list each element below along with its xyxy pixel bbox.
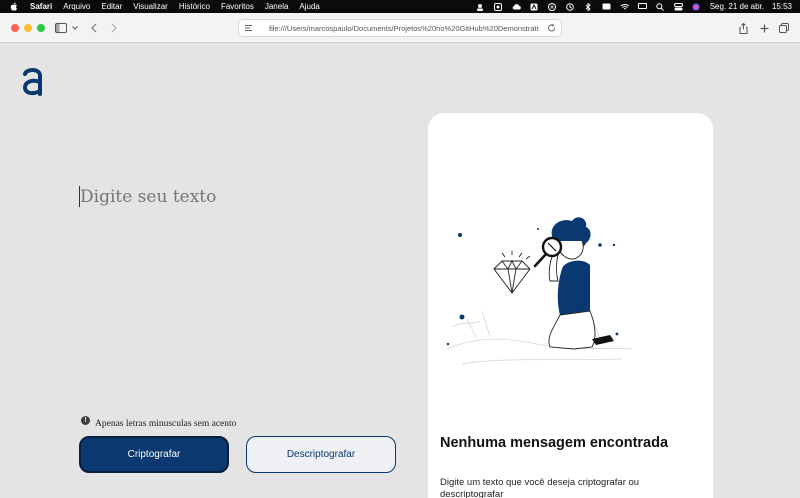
page-settings-icon[interactable] (243, 23, 253, 33)
reload-button[interactable] (547, 23, 557, 33)
menu-janela[interactable]: Janela (265, 2, 289, 11)
exclamation-icon: ! (81, 416, 90, 425)
decrypt-button[interactable]: Descriptografar (246, 436, 396, 473)
menu-editar[interactable]: Editar (101, 2, 122, 11)
message-input[interactable] (80, 185, 380, 209)
output-title: Nenhuma mensagem encontrada (440, 435, 669, 451)
display-icon[interactable] (637, 2, 647, 11)
siri-icon[interactable] (692, 2, 701, 11)
time-machine-icon[interactable] (566, 2, 575, 11)
forward-button[interactable] (109, 20, 119, 36)
url-text: file:///Users/marcospaulo/Documents/Proj… (269, 23, 539, 33)
chevron-down-icon (72, 26, 78, 30)
cloud-icon[interactable] (512, 2, 521, 11)
zoom-window-button[interactable] (37, 24, 45, 32)
keyboard-icon[interactable] (602, 2, 611, 11)
menubar-clock[interactable]: Seg. 21 de abr. 15:53 (710, 2, 792, 11)
close-window-button[interactable] (11, 24, 19, 32)
sidebar-toggle-button[interactable] (54, 20, 68, 36)
reload-icon (548, 24, 556, 32)
menu-favoritos[interactable]: Favoritos (221, 2, 254, 11)
input-hint: ! Apenas letras minusculas sem acento (81, 412, 236, 429)
menubar-time: 15:53 (771, 2, 792, 11)
share-button[interactable] (737, 20, 749, 36)
apple-menu-icon[interactable] (10, 2, 20, 12)
output-panel: Nenhuma mensagem encontrada Digite um te… (428, 113, 713, 498)
alura-logo-icon (22, 68, 42, 96)
wifi-icon[interactable] (620, 2, 629, 11)
user-status-icon[interactable] (476, 2, 485, 11)
back-button[interactable] (89, 20, 99, 36)
minimize-window-button[interactable] (24, 24, 32, 32)
new-tab-button[interactable] (758, 20, 770, 36)
grid-status-icon[interactable] (494, 2, 503, 11)
search-icon[interactable] (656, 2, 665, 11)
pause-icon[interactable] (548, 2, 557, 11)
menu-visualizar[interactable]: Visualizar (133, 2, 168, 11)
bluetooth-icon[interactable] (584, 2, 593, 11)
window-controls (11, 24, 45, 32)
plus-icon (760, 24, 768, 32)
chevron-right-icon (111, 23, 117, 33)
menu-ajuda[interactable]: Ajuda (299, 2, 319, 11)
tab-overview-button[interactable] (778, 20, 790, 36)
boy-with-magnifier-illustration (446, 217, 633, 365)
encrypt-button[interactable]: Criptografar (79, 436, 229, 473)
menu-historico[interactable]: Histórico (179, 2, 210, 11)
address-bar[interactable]: file:///Users/marcospaulo/Documents/Proj… (238, 19, 562, 37)
browser-toolbar: file:///Users/marcospaulo/Documents/Proj… (0, 13, 800, 43)
sidebar-icon (55, 23, 67, 33)
tab-overview-icon (779, 23, 789, 33)
output-description: Digite um texto que você deseja criptogr… (440, 477, 640, 498)
menu-bar: Safari Arquivo Editar Visualizar Históri… (0, 0, 800, 13)
sidebar-menu-chevron[interactable] (71, 20, 79, 36)
chevron-left-icon (91, 23, 97, 33)
app-status-icon[interactable] (530, 2, 539, 11)
page-content: ! Apenas letras minusculas sem acento Cr… (0, 43, 800, 498)
menubar-date: Seg. 21 de abr. (709, 2, 764, 11)
menu-safari[interactable]: Safari (30, 2, 52, 11)
hint-text: Apenas letras minusculas sem acento (95, 419, 237, 429)
menu-arquivo[interactable]: Arquivo (63, 2, 90, 11)
share-icon (739, 22, 747, 34)
control-center-icon[interactable] (673, 2, 683, 11)
